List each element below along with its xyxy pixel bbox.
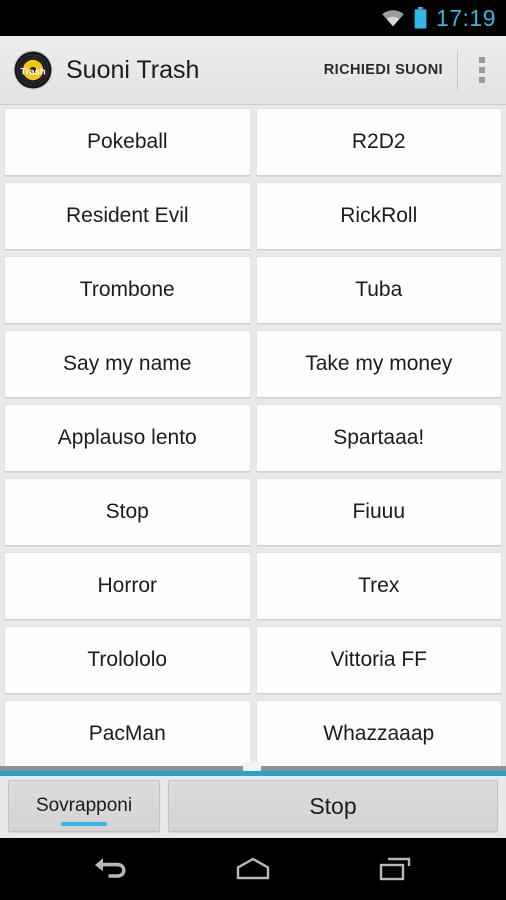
sound-button[interactable]: R2D2 bbox=[255, 108, 502, 176]
android-navigation-bar bbox=[0, 838, 506, 900]
action-bar: Trash Suoni Trash RICHIEDI SUONI bbox=[0, 36, 506, 105]
sound-button[interactable]: Pokeball bbox=[4, 108, 251, 176]
accent-edge-divider bbox=[0, 771, 506, 776]
home-icon[interactable] bbox=[217, 838, 289, 900]
toggle-active-indicator bbox=[61, 822, 107, 826]
android-phone-screen: 17:19 Trash Suoni Trash RICHIEDI SUONI P… bbox=[0, 0, 506, 900]
overlap-toggle-label: Sovrapponi bbox=[35, 795, 133, 816]
sound-button[interactable]: Resident Evil bbox=[4, 182, 251, 250]
sound-grid: Pokeball R2D2 Resident Evil RickRoll Trombon… bbox=[4, 108, 502, 768]
stop-button[interactable]: Stop bbox=[168, 780, 498, 832]
overlap-toggle-button[interactable]: Sovrapponi bbox=[8, 780, 160, 832]
sound-button[interactable]: Vittoria FF bbox=[255, 626, 502, 694]
back-icon[interactable] bbox=[75, 838, 147, 900]
sound-button[interactable]: Whazzaaap bbox=[255, 700, 502, 768]
sound-button[interactable]: Horror bbox=[4, 552, 251, 620]
sound-button[interactable]: Say my name bbox=[4, 330, 251, 398]
sound-button[interactable]: RickRoll bbox=[255, 182, 502, 250]
status-bar: 17:19 bbox=[0, 0, 506, 36]
app-logo-vinyl-record-icon[interactable]: Trash bbox=[12, 49, 54, 91]
battery-icon bbox=[414, 7, 427, 29]
sound-button[interactable]: Spartaaa! bbox=[255, 404, 502, 472]
bottom-control-bar: Sovrapponi Stop bbox=[0, 776, 506, 838]
sound-button[interactable]: Take my money bbox=[255, 330, 502, 398]
scrollbar-thumb[interactable] bbox=[242, 762, 261, 771]
stop-button-label: Stop bbox=[309, 792, 357, 819]
sound-button[interactable]: Trex bbox=[255, 552, 502, 620]
sound-button[interactable]: Tuba bbox=[255, 256, 502, 324]
request-sounds-button[interactable]: RICHIEDI SUONI bbox=[310, 62, 457, 78]
recents-icon[interactable] bbox=[359, 838, 431, 900]
sound-button[interactable]: Applauso lento bbox=[4, 404, 251, 472]
app-title: Suoni Trash bbox=[66, 55, 200, 84]
status-bar-clock: 17:19 bbox=[435, 4, 496, 31]
sound-button[interactable]: Fiuuu bbox=[255, 478, 502, 546]
sound-button[interactable]: Stop bbox=[4, 478, 251, 546]
svg-text:Trash: Trash bbox=[20, 67, 46, 78]
sound-grid-scroll-area[interactable]: Pokeball R2D2 Resident Evil RickRoll Trombon… bbox=[0, 105, 506, 776]
sound-button[interactable]: Trombone bbox=[4, 256, 251, 324]
sound-button[interactable]: Trolololo bbox=[4, 626, 251, 694]
overflow-menu-icon[interactable] bbox=[458, 36, 506, 105]
sound-button[interactable]: PacMan bbox=[4, 700, 251, 768]
wifi-icon bbox=[381, 9, 405, 27]
